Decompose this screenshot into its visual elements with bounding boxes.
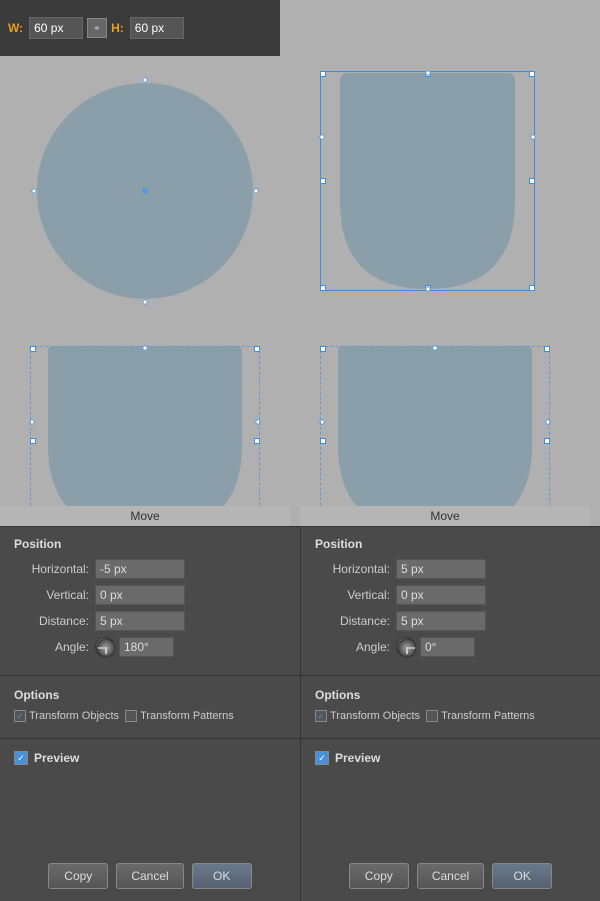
cancel-button-left[interactable]: Cancel	[116, 863, 183, 889]
vertical-row-left: Vertical:	[14, 585, 286, 605]
cancel-button-right[interactable]: Cancel	[417, 863, 484, 889]
ok-button-left[interactable]: OK	[192, 863, 252, 889]
anchor-bottom2	[424, 285, 431, 292]
move-label-right: Move	[300, 506, 590, 526]
transform-patterns-cb-left[interactable]	[125, 710, 137, 722]
transform-objects-label-left: Transform Objects	[29, 710, 119, 722]
handle-bl-ml[interactable]	[30, 438, 36, 444]
copy-button-right[interactable]: Copy	[349, 863, 409, 889]
angle-dial-right[interactable]	[396, 637, 416, 657]
panel-right: Position Horizontal: Vertical: Distance:…	[300, 526, 600, 901]
toolbar: W: H:	[0, 0, 280, 56]
divider-right	[301, 675, 600, 676]
transform-patterns-cb-right[interactable]	[426, 710, 438, 722]
transform-patterns-label-left: Transform Patterns	[140, 710, 234, 722]
transform-patterns-label-right: Transform Patterns	[441, 710, 535, 722]
angle-label-right: Angle:	[315, 640, 390, 654]
copy-button-left[interactable]: Copy	[48, 863, 108, 889]
canvas-area: Move Move	[0, 56, 600, 526]
button-row-left: Copy Cancel OK	[0, 863, 300, 889]
angle-label-left: Angle:	[14, 640, 89, 654]
handle-ml[interactable]	[320, 178, 326, 184]
vertical-input-right[interactable]	[396, 585, 486, 605]
handle-bl-mr[interactable]	[254, 438, 260, 444]
link-icon[interactable]	[87, 18, 107, 38]
angle-dial-left[interactable]	[95, 637, 115, 657]
preview-label-right: Preview	[335, 751, 380, 765]
angle-row-left: Angle:	[14, 637, 286, 657]
divider2-right	[301, 738, 600, 739]
handle-br-mr[interactable]	[544, 438, 550, 444]
handle-br-tr[interactable]	[544, 346, 550, 352]
preview-cb-left[interactable]	[14, 751, 28, 765]
vertical-row-right: Vertical:	[315, 585, 586, 605]
position-title-right: Position	[315, 537, 586, 551]
transform-objects-cb-left[interactable]	[14, 710, 26, 722]
button-row-right: Copy Cancel OK	[301, 863, 600, 889]
preview-row-left: Preview	[0, 745, 300, 771]
vertical-label-right: Vertical:	[315, 588, 390, 602]
shape-top-right	[320, 71, 535, 291]
handle-br-ml[interactable]	[320, 438, 326, 444]
position-section-left: Position Horizontal: Vertical: Distance:…	[0, 527, 300, 669]
horizontal-row-right: Horizontal:	[315, 559, 586, 579]
divider-left	[0, 675, 300, 676]
options-title-left: Options	[14, 688, 286, 702]
options-title-right: Options	[315, 688, 586, 702]
center-dot	[142, 188, 148, 194]
panel-left: Position Horizontal: Vertical: Distance:…	[0, 526, 300, 901]
position-section-right: Position Horizontal: Vertical: Distance:…	[301, 527, 600, 669]
distance-row-right: Distance:	[315, 611, 586, 631]
shape-circle	[30, 76, 260, 306]
handle-bl[interactable]	[320, 285, 326, 291]
position-title-left: Position	[14, 537, 286, 551]
height-label: H:	[111, 21, 124, 35]
horizontal-input-right[interactable]	[396, 559, 486, 579]
transform-patterns-item-right: Transform Patterns	[426, 710, 535, 722]
handle-tl[interactable]	[320, 71, 326, 77]
distance-label-right: Distance:	[315, 614, 390, 628]
transform-objects-label-right: Transform Objects	[330, 710, 420, 722]
handle-bl-tl[interactable]	[30, 346, 36, 352]
handle-tr[interactable]	[529, 71, 535, 77]
transform-objects-item-left: Transform Objects	[14, 710, 119, 722]
options-section-right: Options Transform Objects Transform Patt…	[301, 682, 600, 732]
height-input[interactable]	[130, 17, 184, 39]
handle-br-tl[interactable]	[320, 346, 326, 352]
angle-row-right: Angle:	[315, 637, 586, 657]
horizontal-label-right: Horizontal:	[315, 562, 390, 576]
angle-input-left[interactable]	[119, 637, 174, 657]
transform-patterns-item-left: Transform Patterns	[125, 710, 234, 722]
divider2-left	[0, 738, 300, 739]
handle-br[interactable]	[529, 285, 535, 291]
preview-row-right: Preview	[301, 745, 600, 771]
horizontal-row-left: Horizontal:	[14, 559, 286, 579]
distance-row-left: Distance:	[14, 611, 286, 631]
width-input[interactable]	[29, 17, 83, 39]
preview-label-left: Preview	[34, 751, 79, 765]
horizontal-input-left[interactable]	[95, 559, 185, 579]
horizontal-label-left: Horizontal:	[14, 562, 89, 576]
distance-label-left: Distance:	[14, 614, 89, 628]
angle-input-right[interactable]	[420, 637, 475, 657]
options-section-left: Options Transform Objects Transform Patt…	[0, 682, 300, 732]
preview-cb-right[interactable]	[315, 751, 329, 765]
checkbox-row-right: Transform Objects Transform Patterns	[315, 710, 586, 722]
panels: Position Horizontal: Vertical: Distance:…	[0, 526, 600, 901]
transform-objects-cb-right[interactable]	[315, 710, 327, 722]
handle-bl-tr[interactable]	[254, 346, 260, 352]
transform-objects-item-right: Transform Objects	[315, 710, 420, 722]
ok-button-right[interactable]: OK	[492, 863, 552, 889]
width-label: W:	[8, 21, 23, 35]
checkbox-row-left: Transform Objects Transform Patterns	[14, 710, 286, 722]
distance-input-right[interactable]	[396, 611, 486, 631]
distance-input-left[interactable]	[95, 611, 185, 631]
vertical-label-left: Vertical:	[14, 588, 89, 602]
move-label-left: Move	[0, 506, 290, 526]
handle-mr[interactable]	[529, 178, 535, 184]
vertical-input-left[interactable]	[95, 585, 185, 605]
